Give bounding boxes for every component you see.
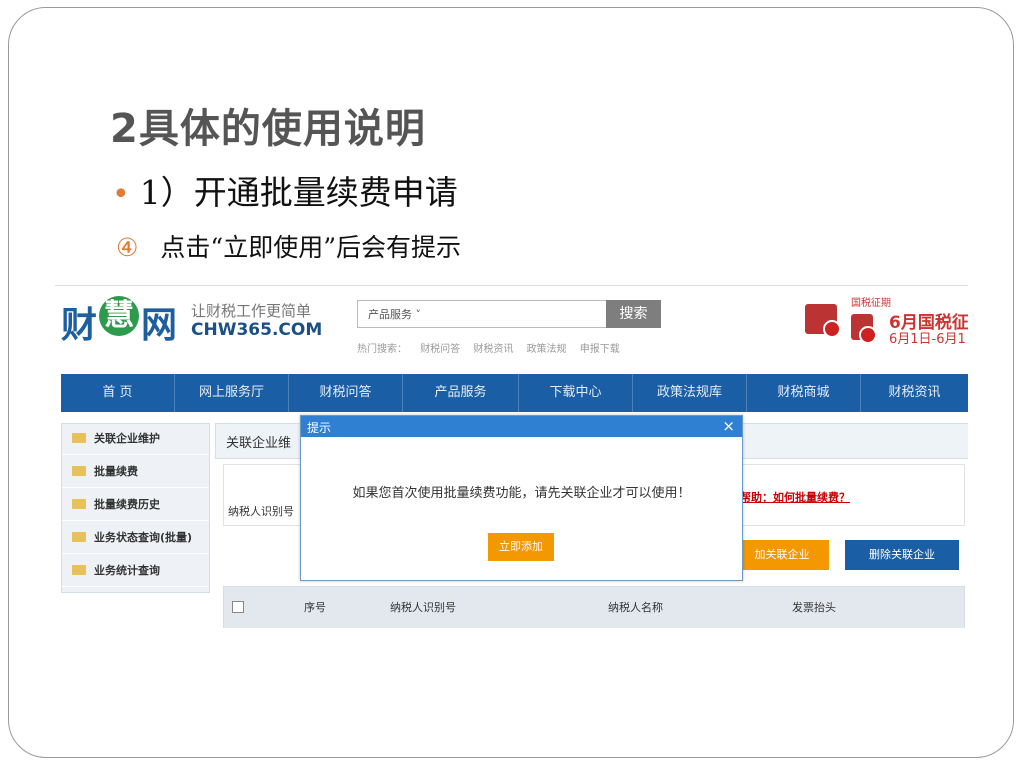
site-slogan: 让财税工作更简单: [191, 302, 312, 320]
folder-icon: [72, 433, 86, 443]
nav-item-policy[interactable]: 政策法规库: [633, 374, 747, 412]
sidebar-item-label: 批量续费历史: [94, 498, 160, 511]
hot-search-link[interactable]: 申报下载: [580, 344, 620, 355]
column-header: 序号: [304, 601, 326, 614]
site-logo[interactable]: 财慧网: [61, 296, 177, 348]
slide-title: 2具体的使用说明: [110, 106, 426, 152]
sidebar-item-statistics[interactable]: 业务统计查询: [62, 556, 209, 587]
folder-icon: [72, 466, 86, 476]
search-category-select[interactable]: 产品服务 ˅: [368, 306, 421, 322]
taxpayer-id-label: 纳税人识别号: [228, 505, 294, 518]
dialog-titlebar: 提示 ×: [301, 416, 742, 437]
sidebar-item-label: 批量续费: [94, 465, 138, 478]
bullet-line: • 1）开通批量续费申请: [112, 166, 458, 214]
search-button[interactable]: 搜索: [606, 300, 661, 328]
circled-four-marker: ④: [116, 233, 139, 262]
hot-search-label: 热门搜索：: [357, 344, 407, 355]
calendar-icon: [805, 304, 841, 338]
hot-search-link[interactable]: 政策法规: [527, 344, 567, 355]
column-header: 纳税人名称: [608, 601, 663, 614]
embedded-screenshot: 财慧网 让财税工作更简单 CHW365.COM 产品服务 ˅ 搜索 热门搜索： …: [55, 285, 968, 628]
sidebar-item-label: 关联企业维护: [94, 432, 160, 445]
delete-related-company-button[interactable]: 删除关联企业: [845, 540, 959, 570]
table-header: 序号 纳税人识别号 纳税人名称 发票抬头: [223, 586, 965, 628]
folder-icon: [72, 499, 86, 509]
promo-banner[interactable]: 国税征期 6月国税征 6月1日-6月1: [805, 294, 968, 347]
folder-icon: [72, 532, 86, 542]
nav-item-mall[interactable]: 财税商城: [747, 374, 861, 412]
folder-icon: [72, 565, 86, 575]
help-link[interactable]: 帮助：如何批量续费？: [740, 489, 850, 505]
nav-item-qa[interactable]: 财税问答: [289, 374, 403, 412]
close-icon[interactable]: ×: [722, 417, 735, 435]
sub-text: 点击“立即使用”后会有提示: [160, 233, 461, 262]
promo-date: 6月1日-6月1: [889, 332, 966, 347]
logo-char-mid: 慧: [99, 296, 140, 336]
nav-item-online-service[interactable]: 网上服务厅: [175, 374, 289, 412]
nav-item-products[interactable]: 产品服务: [403, 374, 519, 412]
sidebar-item-related-companies[interactable]: 关联企业维护: [62, 424, 209, 455]
select-all-checkbox[interactable]: [232, 601, 244, 613]
promo-heading: 国税征期: [851, 298, 891, 309]
prompt-dialog: 提示 × 如果您首次使用批量续费功能，请先关联企业才可以使用！ 立即添加: [300, 415, 743, 581]
sidebar-item-label: 业务状态查询(批量): [94, 531, 193, 544]
column-header: 纳税人识别号: [390, 601, 456, 614]
sub-line: ④ 点击“立即使用”后会有提示: [116, 228, 461, 264]
sidebar-item-label: 业务统计查询: [94, 564, 160, 577]
bullet-text: 1）开通批量续费申请: [139, 173, 458, 212]
bullet-dot-icon: •: [112, 177, 130, 212]
hot-search-row: 热门搜索： 财税问答 财税资讯 政策法规 申报下载: [357, 340, 630, 355]
dialog-title: 提示: [307, 421, 332, 435]
content-title: 关联企业维: [226, 436, 292, 451]
sidebar: 关联企业维护 批量续费 批量续费历史 业务状态查询(批量) 业务统计查询: [61, 423, 210, 593]
nav-item-downloads[interactable]: 下载中心: [519, 374, 633, 412]
main-nav: 首 页 网上服务厅 财税问答 产品服务 下载中心 政策法规库 财税商城 财税资讯: [61, 374, 968, 412]
logo-char-left: 财: [61, 305, 98, 346]
sidebar-item-batch-renewal[interactable]: 批量续费: [62, 457, 209, 488]
column-header: 发票抬头: [792, 601, 836, 614]
nav-item-home[interactable]: 首 页: [61, 374, 175, 412]
sidebar-item-renewal-history[interactable]: 批量续费历史: [62, 490, 209, 521]
add-now-button[interactable]: 立即添加: [488, 533, 554, 561]
hot-search-link[interactable]: 财税问答: [420, 344, 460, 355]
logo-char-right: 网: [141, 305, 178, 346]
dialog-message: 如果您首次使用批量续费功能，请先关联企业才可以使用！: [352, 486, 691, 501]
sidebar-item-status-query[interactable]: 业务状态查询(批量): [62, 523, 209, 554]
site-domain: CHW365.COM: [191, 320, 323, 340]
calendar-icon: [851, 314, 877, 344]
hot-search-link[interactable]: 财税资讯: [473, 344, 513, 355]
add-related-company-button[interactable]: 加关联企业: [735, 540, 829, 570]
nav-item-news[interactable]: 财税资讯: [861, 374, 968, 412]
